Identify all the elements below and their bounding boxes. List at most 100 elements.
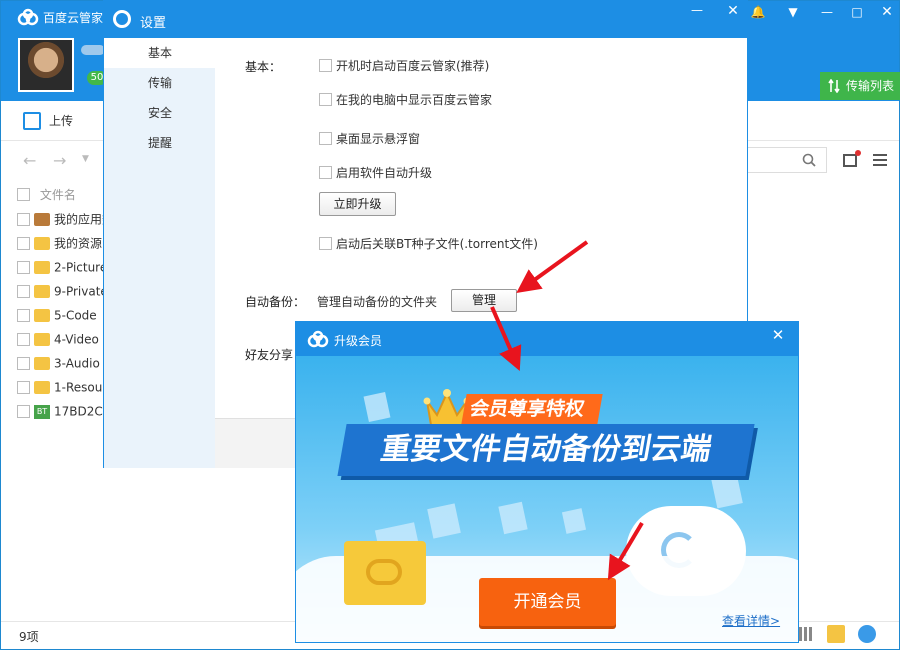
- floating-paper-decoration: [711, 473, 743, 509]
- auto-upgrade-checkbox[interactable]: [319, 166, 332, 179]
- float-window-label: 桌面显示悬浮窗: [336, 132, 421, 146]
- show-in-computer-checkbox[interactable]: [319, 93, 332, 106]
- view-details-link[interactable]: 查看详情>: [722, 612, 780, 629]
- bt-file-icon: BT: [34, 404, 50, 419]
- upload-button[interactable]: 上传: [23, 111, 73, 131]
- file-row[interactable]: 3-Audio: [17, 353, 100, 373]
- list-view-icon[interactable]: [873, 154, 887, 166]
- grid-icon[interactable]: [799, 627, 813, 641]
- app-folder-icon: [34, 213, 50, 226]
- forward-arrow-icon[interactable]: →: [53, 151, 66, 170]
- floating-paper-decoration: [561, 508, 587, 534]
- file-name: 1-Resour: [54, 380, 108, 395]
- manage-backup-button[interactable]: 管理: [451, 289, 517, 312]
- option-bt-associate[interactable]: 启动后关联BT种子文件(.torrent文件): [319, 235, 538, 252]
- option-autostart[interactable]: 开机时启动百度云管家(推荐): [319, 57, 489, 74]
- tab-reminder[interactable]: 提醒: [104, 128, 215, 158]
- file-row[interactable]: 1-Resour: [17, 377, 107, 397]
- transfer-arrows-icon: [828, 79, 840, 93]
- tab-basic[interactable]: 基本: [104, 38, 215, 68]
- app-title: 百度云管家: [43, 11, 104, 25]
- row-checkbox[interactable]: [17, 237, 30, 250]
- file-row[interactable]: 9-Private: [17, 281, 108, 301]
- close-icon[interactable]: ✕: [768, 326, 788, 344]
- file-name: 我的资源: [54, 236, 103, 251]
- vip-privilege-ribbon: 会员尊享特权: [461, 394, 603, 424]
- tab-security[interactable]: 安全: [104, 98, 215, 128]
- settings-sidebar: 基本 传输 安全 提醒: [104, 38, 215, 468]
- item-count: 9项: [19, 630, 39, 644]
- file-name: 5-Code: [54, 308, 97, 323]
- bell-icon[interactable]: 🔔: [746, 1, 770, 23]
- column-filename: 文件名: [39, 188, 76, 202]
- join-membership-button[interactable]: 开通会员: [479, 578, 616, 626]
- upload-label: 上传: [49, 114, 74, 128]
- minimize-icon[interactable]: —: [686, 3, 708, 17]
- file-row[interactable]: BT 17BD2CE: [17, 401, 110, 421]
- folder-icon: [34, 237, 50, 250]
- section-auto-backup-label: 自动备份：: [245, 295, 306, 309]
- float-window-checkbox[interactable]: [319, 132, 332, 145]
- option-float-window[interactable]: 桌面显示悬浮窗: [319, 130, 420, 147]
- search-input[interactable]: [741, 147, 827, 173]
- upload-icon: [23, 112, 41, 130]
- row-checkbox[interactable]: [17, 261, 30, 274]
- autostart-label: 开机时启动百度云管家(推荐): [336, 59, 490, 73]
- avatar[interactable]: [18, 38, 74, 92]
- folder-icon: [34, 261, 50, 274]
- row-checkbox[interactable]: [17, 381, 30, 394]
- file-list-header: 文件名: [17, 186, 76, 202]
- bt-associate-checkbox[interactable]: [319, 237, 332, 250]
- tab-transfer[interactable]: 传输: [104, 68, 215, 98]
- folder-icon: [34, 357, 50, 370]
- file-row[interactable]: 我的资源: [17, 233, 102, 253]
- bt-associate-label: 启动后关联BT种子文件(.torrent文件): [336, 237, 538, 251]
- settings-title: 设置: [140, 16, 167, 31]
- option-auto-upgrade[interactable]: 启用软件自动升级: [319, 164, 432, 181]
- row-checkbox[interactable]: [17, 309, 30, 322]
- floating-paper-decoration: [498, 501, 528, 535]
- baidu-cloud-folder-logo-icon: [366, 559, 402, 585]
- minimize-icon[interactable]: —: [815, 1, 839, 23]
- close-icon[interactable]: ✕: [722, 3, 744, 19]
- back-arrow-icon[interactable]: ←: [23, 151, 36, 170]
- promo-banner: 会员尊享特权 重要文件自动备份到云端 开通会员 查看详情>: [296, 356, 798, 642]
- username-blurred: [81, 45, 105, 55]
- file-row[interactable]: 5-Code: [17, 305, 97, 325]
- file-name: 3-Audio: [54, 356, 100, 371]
- section-friend-share-label: 好友分享: [245, 348, 294, 362]
- maximize-icon[interactable]: □: [845, 1, 869, 23]
- upgrade-now-button[interactable]: 立即升级: [319, 192, 396, 216]
- menu-dropdown-icon[interactable]: ▼: [781, 1, 805, 23]
- file-name: 2-Picture: [54, 260, 108, 275]
- search-icon[interactable]: [802, 153, 816, 167]
- thumbnail-view-icon[interactable]: [843, 150, 861, 167]
- file-row[interactable]: 2-Picture: [17, 257, 107, 277]
- file-name: 4-Video: [54, 332, 99, 347]
- folder-icon: [34, 333, 50, 346]
- lock-icon[interactable]: [858, 625, 876, 643]
- auto-upgrade-label: 启用软件自动升级: [336, 166, 433, 180]
- baidu-cloud-logo-icon: [17, 8, 39, 26]
- file-name: 9-Private: [54, 284, 108, 299]
- upload-status-icon[interactable]: [827, 625, 845, 643]
- history-dropdown-icon[interactable]: ▼: [82, 154, 89, 164]
- option-show-in-computer[interactable]: 在我的电脑中显示百度云管家: [319, 91, 492, 108]
- row-checkbox[interactable]: [17, 357, 30, 370]
- autostart-checkbox[interactable]: [319, 59, 332, 72]
- row-checkbox[interactable]: [17, 405, 30, 418]
- folder-icon: [34, 285, 50, 298]
- row-checkbox[interactable]: [17, 285, 30, 298]
- folder-illustration: [344, 541, 426, 605]
- row-checkbox[interactable]: [17, 333, 30, 346]
- upgrade-title: 升级会员: [334, 334, 383, 348]
- row-checkbox[interactable]: [17, 213, 30, 226]
- promo-headline: 重要文件自动备份到云端: [337, 424, 755, 476]
- select-all-checkbox[interactable]: [17, 188, 30, 201]
- show-in-computer-label: 在我的电脑中显示百度云管家: [336, 93, 493, 107]
- file-row[interactable]: 4-Video: [17, 329, 99, 349]
- floating-paper-decoration: [427, 503, 461, 539]
- close-icon[interactable]: ✕: [875, 1, 899, 23]
- transfer-list-button[interactable]: 传输列表: [820, 72, 900, 100]
- file-row[interactable]: 我的应用数: [17, 209, 114, 229]
